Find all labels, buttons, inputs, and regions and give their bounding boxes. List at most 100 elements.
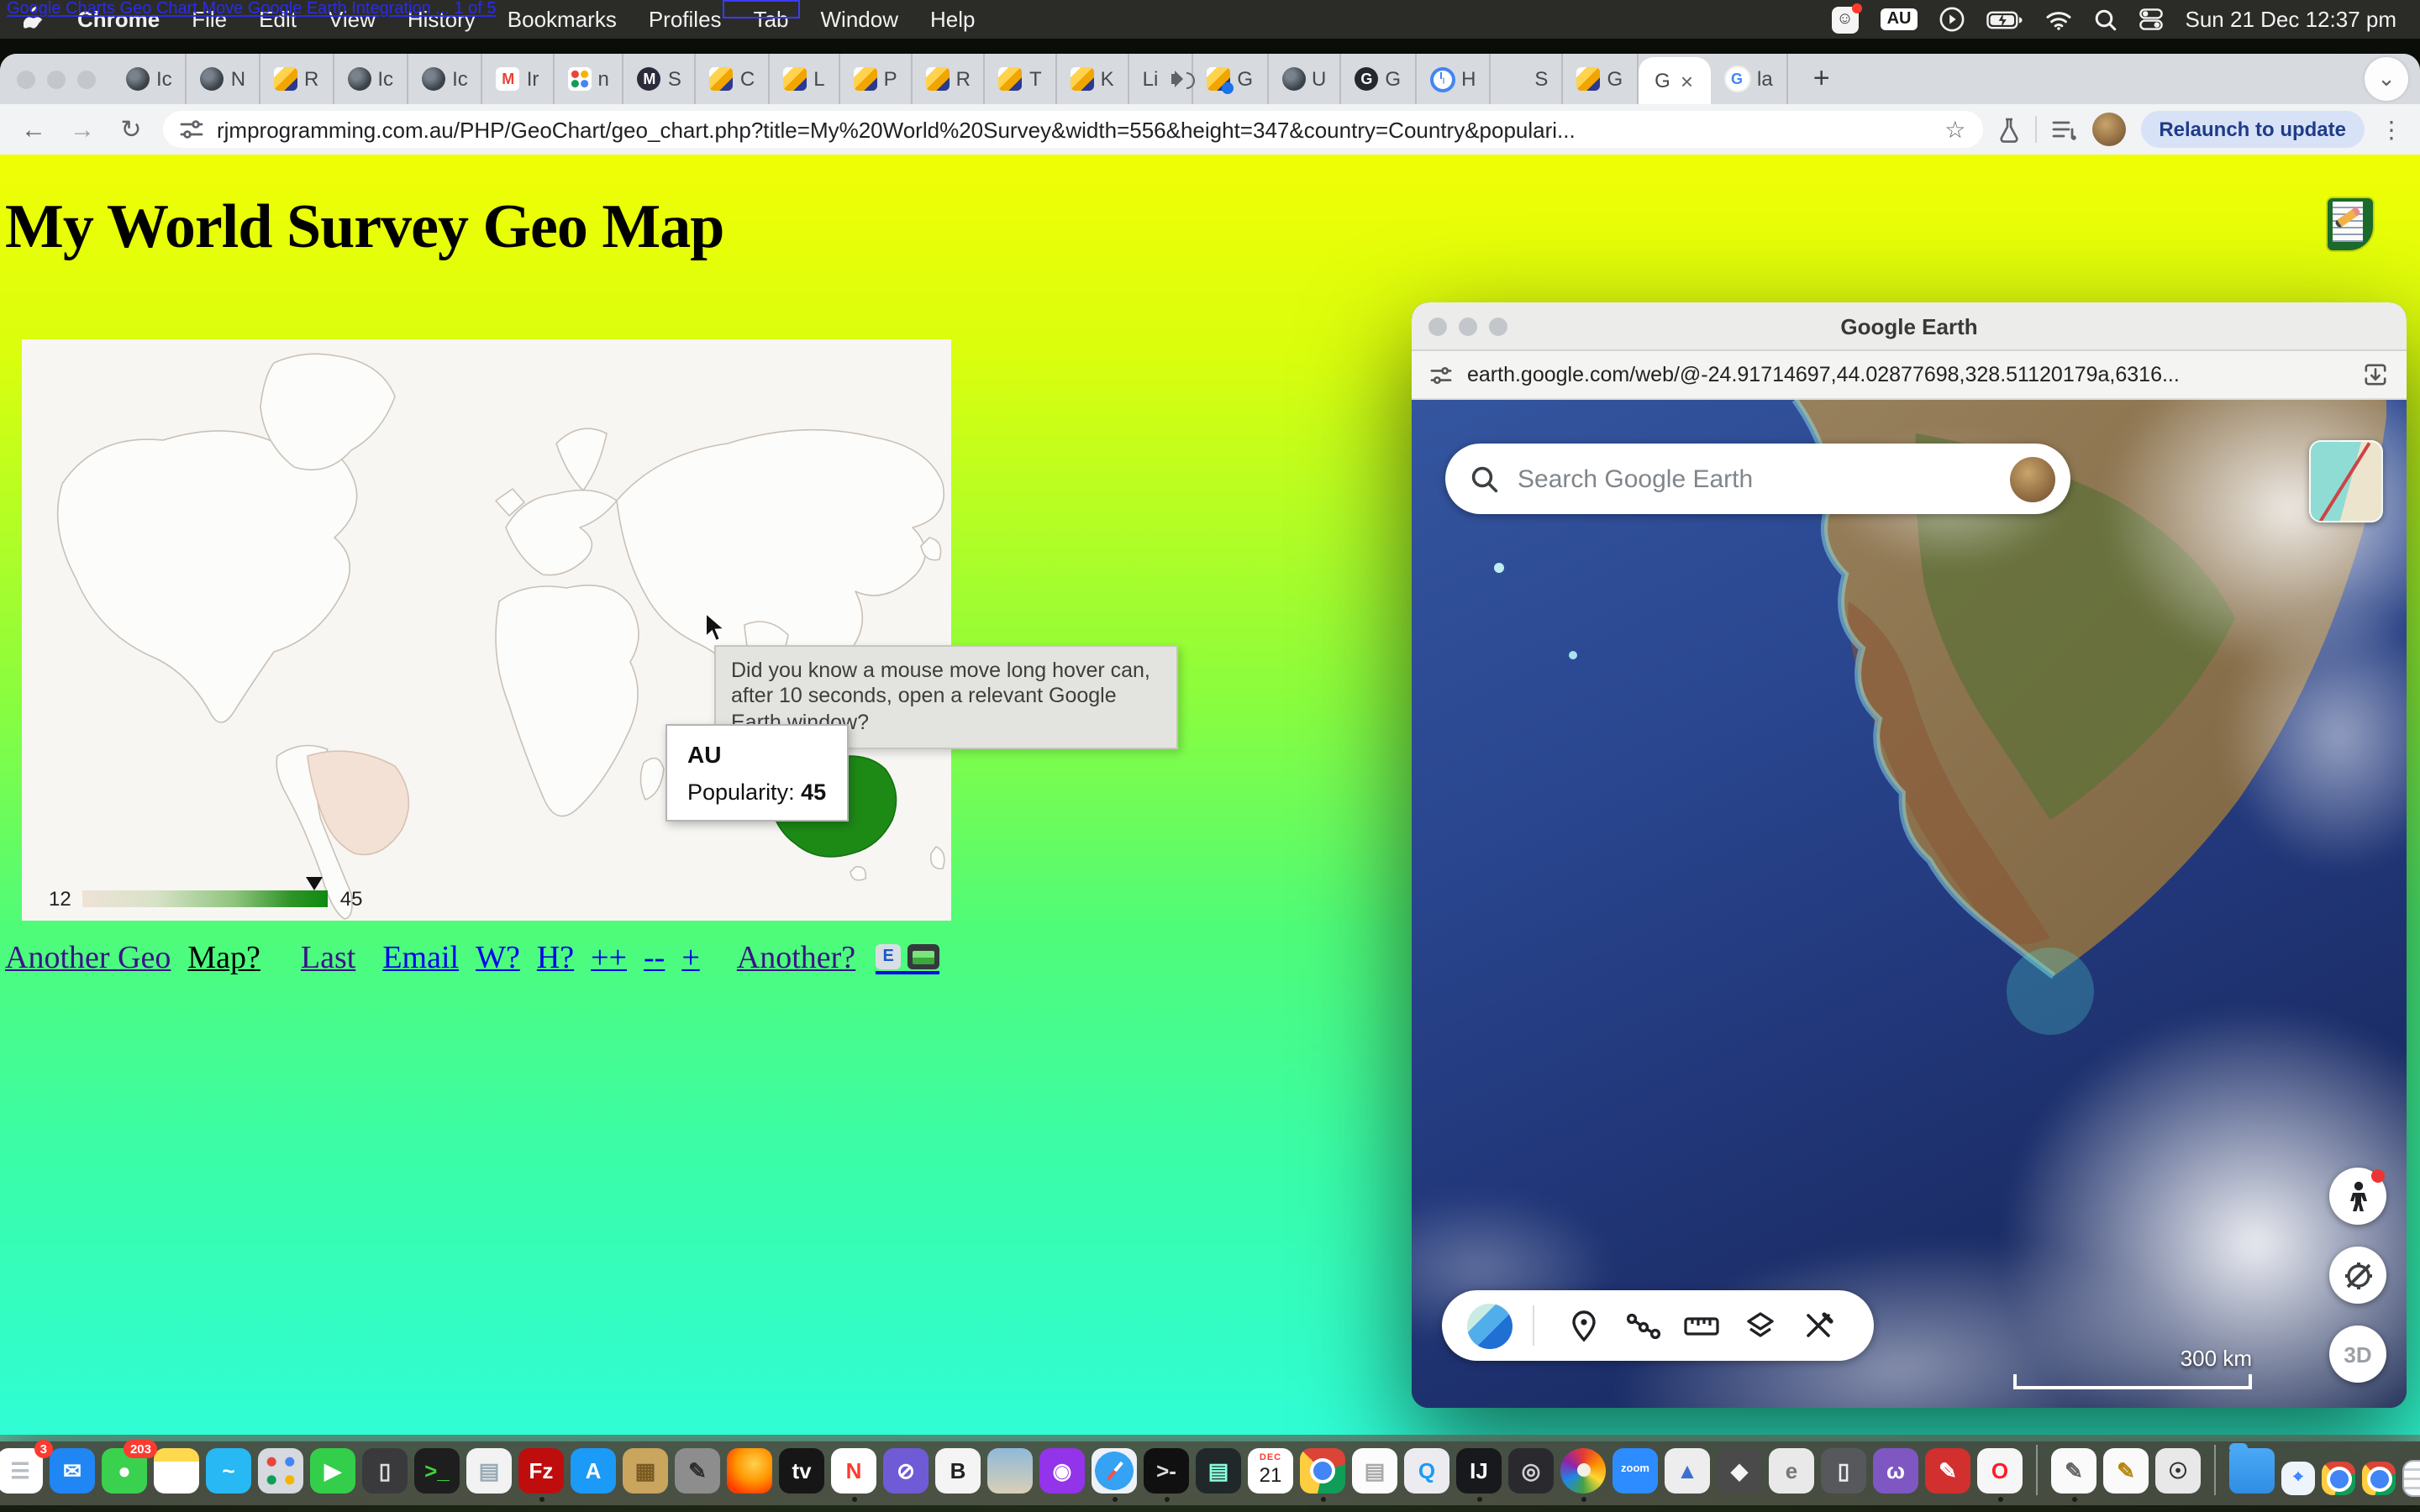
dock-min-window[interactable] bbox=[2402, 1460, 2420, 1497]
dock-apple-tv[interactable]: tv bbox=[779, 1447, 824, 1493]
dock-bbedit[interactable]: B bbox=[935, 1447, 981, 1493]
wifi-icon[interactable] bbox=[2046, 9, 2073, 29]
tab[interactable]: GG bbox=[1341, 54, 1416, 104]
dock-reminders[interactable]: ☰3 bbox=[0, 1447, 43, 1493]
dock-calendar[interactable]: DEC21 bbox=[1248, 1447, 1293, 1493]
tab[interactable]: Gla bbox=[1710, 54, 1788, 104]
dock-news[interactable]: N bbox=[831, 1447, 876, 1493]
dock-gimp[interactable]: ✎ bbox=[675, 1447, 720, 1493]
earth-satellite-view[interactable]: Search Google Earth bbox=[1412, 400, 2407, 1408]
link-email[interactable]: Email bbox=[382, 941, 459, 978]
dock-inkscape[interactable]: ◆ bbox=[1717, 1447, 1762, 1493]
link-another[interactable]: Another? bbox=[737, 941, 855, 978]
dock-documents-folder[interactable] bbox=[2229, 1447, 2275, 1493]
tab[interactable]: S bbox=[1491, 54, 1563, 104]
tab[interactable]: R bbox=[913, 54, 986, 104]
menu-help[interactable]: Help bbox=[930, 7, 976, 32]
url-text[interactable]: rjmprogramming.com.au/PHP/GeoChart/geo_c… bbox=[217, 117, 1931, 142]
tab[interactable]: H bbox=[1416, 54, 1491, 104]
dock-focus-app[interactable]: ⊘ bbox=[883, 1447, 929, 1493]
tab[interactable]: T bbox=[986, 54, 1057, 104]
earth-url-text[interactable]: earth.google.com/web/@-24.91714697,44.02… bbox=[1467, 363, 2348, 386]
tab[interactable]: K bbox=[1057, 54, 1129, 104]
extension-flask-icon[interactable] bbox=[1997, 117, 2019, 142]
screen-mirroring-icon[interactable] bbox=[1940, 7, 1965, 32]
placemark-pin-icon[interactable] bbox=[1555, 1290, 1613, 1361]
window-controls[interactable] bbox=[17, 70, 96, 88]
dock-facetime[interactable]: ▶ bbox=[310, 1447, 355, 1493]
tab[interactable]: G bbox=[1193, 54, 1268, 104]
link-[interactable]: ++ bbox=[591, 941, 627, 978]
dock-iterm[interactable]: >- bbox=[1144, 1447, 1189, 1493]
reload-button[interactable]: ↻ bbox=[114, 114, 148, 144]
back-button[interactable]: ← bbox=[17, 115, 50, 144]
earth-title-bar[interactable]: Google Earth bbox=[1412, 302, 2407, 351]
dock-zoom[interactable]: zoom bbox=[1612, 1447, 1658, 1493]
dock-prism-app[interactable]: ▲ bbox=[1665, 1447, 1710, 1493]
dock-min-safari[interactable]: ⌖ bbox=[2281, 1462, 2315, 1495]
edit-tools-icon[interactable] bbox=[1790, 1290, 1849, 1361]
dock-gold-app[interactable]: ▦ bbox=[623, 1447, 668, 1493]
dock-filezilla[interactable]: Fz bbox=[518, 1447, 564, 1493]
menubar-clock[interactable]: Sun 21 Dec 12:37 pm bbox=[2186, 7, 2397, 32]
tab[interactable]: G bbox=[1563, 54, 1638, 104]
dock-safari[interactable] bbox=[1092, 1447, 1137, 1493]
dock-preview-photo[interactable] bbox=[987, 1447, 1033, 1493]
menu-window[interactable]: Window bbox=[821, 7, 899, 32]
dock-messages[interactable]: ●203 bbox=[102, 1447, 147, 1493]
path-route-icon[interactable] bbox=[1613, 1290, 1672, 1361]
dock-notes[interactable] bbox=[154, 1447, 199, 1493]
earth-search-placeholder[interactable]: Search Google Earth bbox=[1518, 465, 1991, 493]
dock-elephant-app[interactable]: e bbox=[1769, 1447, 1814, 1493]
menu-profiles[interactable]: Profiles bbox=[649, 7, 722, 32]
dock-quicktime[interactable]: Q bbox=[1404, 1447, 1449, 1493]
earth-site-settings-icon[interactable] bbox=[1430, 364, 1452, 386]
tab[interactable]: Ic bbox=[334, 54, 408, 104]
tab[interactable]: MIr bbox=[483, 54, 555, 104]
bookmark-star-icon[interactable]: ☆ bbox=[1944, 115, 1965, 144]
dock-podcasts[interactable]: ◉ bbox=[1039, 1447, 1085, 1493]
dock-freeform-app[interactable]: ~ bbox=[206, 1447, 251, 1493]
battery-icon[interactable] bbox=[1987, 9, 2024, 29]
dock-accessibility[interactable]: ☉ bbox=[2155, 1447, 2201, 1493]
dock-firefox[interactable] bbox=[727, 1447, 772, 1493]
dock-palette-app[interactable] bbox=[1560, 1447, 1606, 1493]
menu-bookmarks[interactable]: Bookmarks bbox=[508, 7, 617, 32]
dock-cat-app[interactable]: ω bbox=[1873, 1447, 1918, 1493]
measure-ruler-icon[interactable] bbox=[1672, 1290, 1731, 1361]
earth-search-bar[interactable]: Search Google Earth bbox=[1445, 444, 2070, 514]
dock-terminal[interactable]: >_ bbox=[414, 1447, 460, 1493]
relaunch-to-update-button[interactable]: Relaunch to update bbox=[2140, 111, 2365, 148]
link-map[interactable]: Map? bbox=[187, 941, 260, 978]
menubar-app-icon[interactable]: ☺ bbox=[1832, 6, 1859, 33]
new-tab-button[interactable]: + bbox=[1802, 59, 1842, 99]
tv-monitor-icon[interactable] bbox=[908, 944, 939, 969]
dock-iphone-mirroring[interactable]: ▯ bbox=[362, 1447, 408, 1493]
tab[interactable]: U bbox=[1268, 54, 1341, 104]
reading-list-icon[interactable] bbox=[2051, 118, 2076, 140]
site-settings-icon[interactable] bbox=[180, 118, 203, 141]
icon-links[interactable]: E bbox=[876, 944, 939, 974]
dock-code-editor[interactable]: ▤ bbox=[1196, 1447, 1241, 1493]
tab[interactable]: N bbox=[187, 54, 260, 104]
tab[interactable]: n bbox=[554, 54, 623, 104]
tab[interactable]: MS bbox=[624, 54, 697, 104]
dock-app-store[interactable]: A bbox=[571, 1447, 616, 1493]
dock-notes-doc[interactable]: ✎ bbox=[2103, 1447, 2149, 1493]
forward-button[interactable]: → bbox=[66, 115, 99, 144]
tab[interactable]: P bbox=[840, 54, 913, 104]
dock-opera[interactable]: O bbox=[1977, 1447, 2023, 1493]
control-center-icon[interactable] bbox=[2140, 8, 2164, 30]
link-[interactable]: -- bbox=[644, 941, 665, 978]
input-source-badge[interactable]: AU bbox=[1881, 8, 1918, 30]
tab[interactable]: Ic bbox=[408, 54, 483, 104]
dock-lens-app[interactable]: ◎ bbox=[1508, 1447, 1554, 1493]
dock-textedit[interactable]: ▤ bbox=[1352, 1447, 1397, 1493]
tab[interactable]: C bbox=[697, 54, 770, 104]
tab[interactable]: R bbox=[260, 54, 334, 104]
tab-search-chevron-icon[interactable]: ⌄ bbox=[2365, 57, 2408, 101]
profile-avatar[interactable] bbox=[2091, 113, 2125, 146]
link-h[interactable]: H? bbox=[537, 941, 574, 978]
omnibox[interactable]: rjmprogramming.com.au/PHP/GeoChart/geo_c… bbox=[163, 111, 1982, 148]
tab[interactable]: L bbox=[770, 54, 839, 104]
